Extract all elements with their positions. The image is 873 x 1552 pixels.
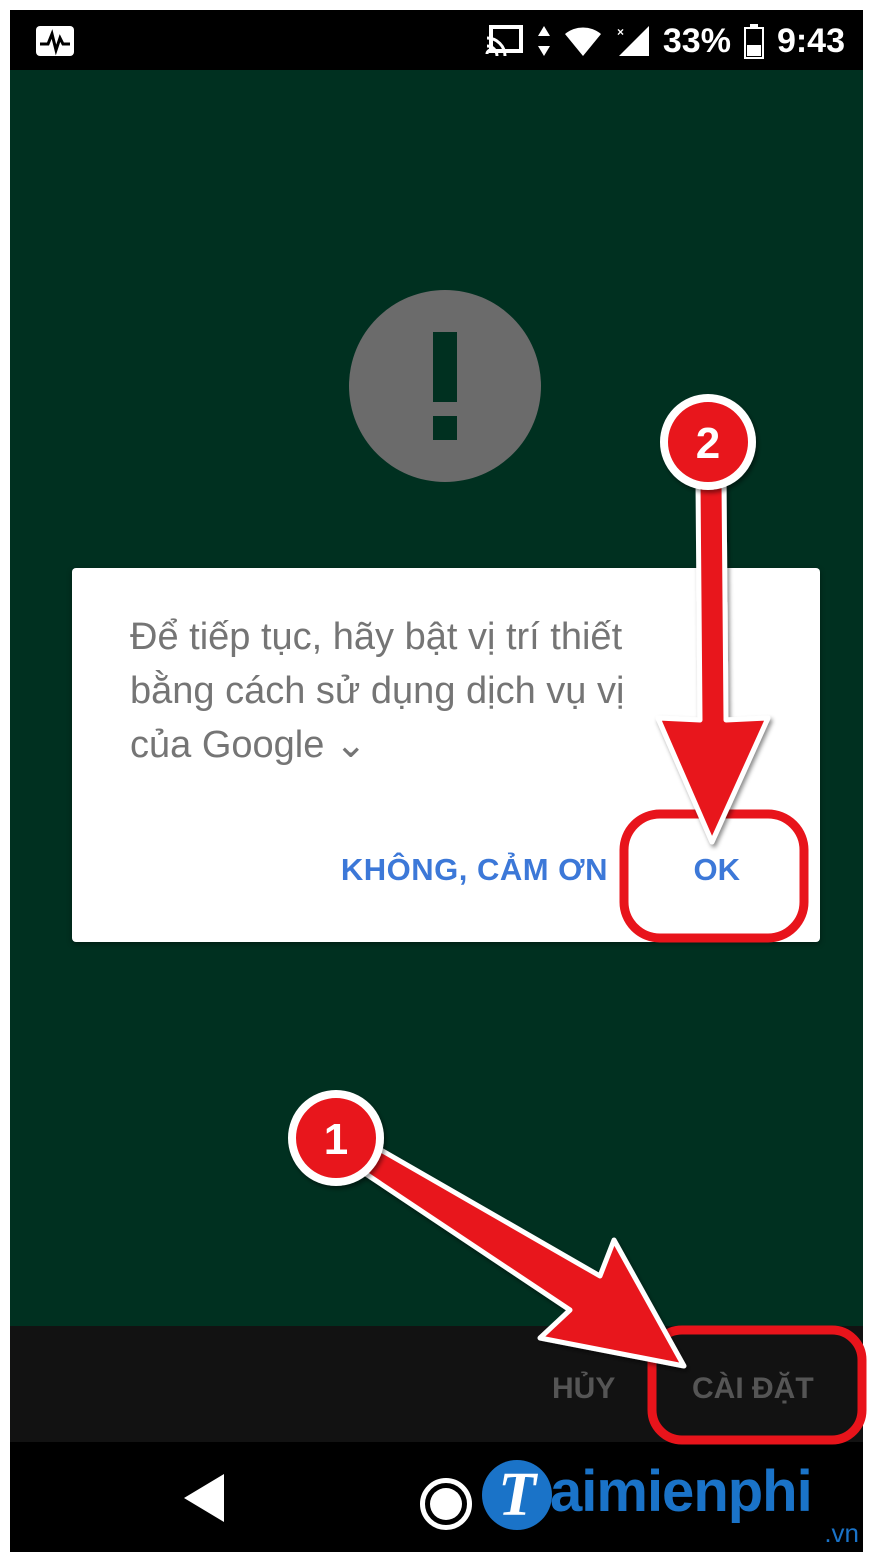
- back-icon[interactable]: [184, 1474, 224, 1522]
- dialog-actions: KHÔNG, CẢM ƠN OK: [72, 842, 820, 902]
- svg-text:×: ×: [617, 25, 624, 39]
- battery-percent: 33%: [662, 21, 731, 60]
- signal-icon: ×: [617, 25, 649, 56]
- watermark: T aimienphi .vn: [478, 1458, 863, 1552]
- dialog-message: Để tiếp tục, hãy bật vị trí thiết bằng c…: [130, 610, 690, 772]
- watermark-logo: T: [482, 1460, 552, 1530]
- wifi-icon: [564, 27, 601, 56]
- home-icon[interactable]: [420, 1478, 472, 1530]
- settings-button[interactable]: CÀI ĐẶT: [692, 1372, 814, 1406]
- watermark-text: aimienphi: [550, 1459, 813, 1524]
- dialog-message-line: bằng cách sử dụng dịch vụ vị: [130, 670, 625, 712]
- ok-button[interactable]: OK: [694, 852, 741, 888]
- bottom-action-bar: HỦY CÀI ĐẶT: [10, 1326, 863, 1442]
- status-icons: × 33% 9:43: [485, 18, 845, 64]
- exclamation-icon: [349, 290, 541, 482]
- battery-icon: [743, 24, 764, 59]
- cast-icon: [485, 25, 523, 57]
- dialog-message-line[interactable]: của Google ⌄: [130, 718, 690, 772]
- dialog-message-line: Để tiếp tục, hãy bật vị trí thiết: [130, 616, 623, 658]
- activity-monitor-icon: [36, 26, 74, 56]
- clock: 9:43: [776, 21, 845, 60]
- no-thanks-button[interactable]: KHÔNG, CẢM ƠN: [341, 852, 608, 888]
- watermark-tld: .vn: [824, 1518, 859, 1548]
- location-dialog: Để tiếp tục, hãy bật vị trí thiết bằng c…: [72, 568, 820, 942]
- status-bar: × 33% 9:43: [10, 10, 863, 70]
- cancel-button[interactable]: HỦY: [552, 1372, 615, 1406]
- data-arrows-icon: [537, 26, 550, 56]
- phone-screen: × 33% 9:43 Để tiếp tục, hãy bật vị trí t…: [10, 10, 863, 1552]
- exclamation-dot: [433, 416, 457, 440]
- main-content: Để tiếp tục, hãy bật vị trí thiết bằng c…: [10, 70, 863, 1326]
- exclamation-bar: [433, 332, 457, 402]
